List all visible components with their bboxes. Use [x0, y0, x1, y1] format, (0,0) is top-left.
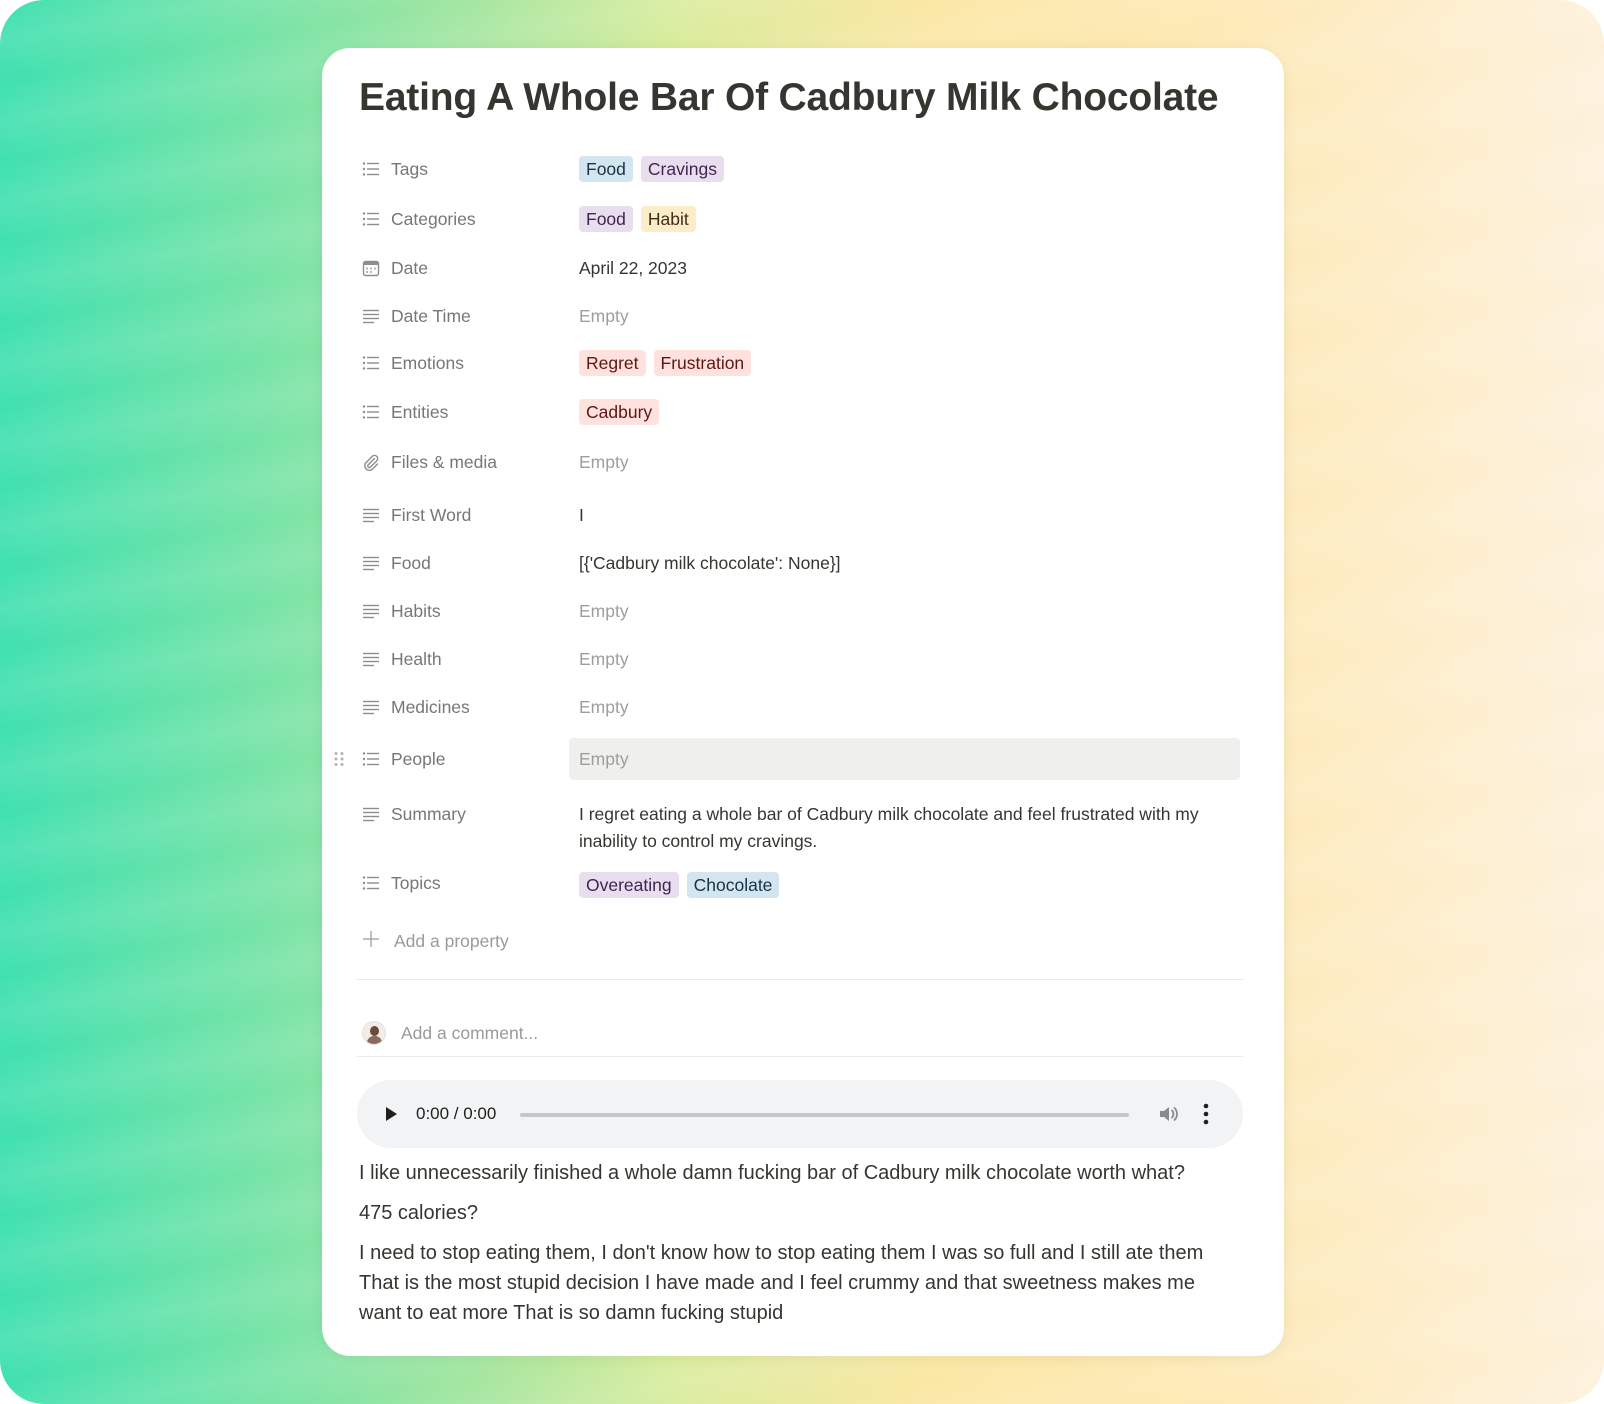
- property-label: Date Time: [391, 306, 471, 326]
- property-label: Topics: [391, 873, 441, 893]
- tag: Food: [579, 156, 633, 182]
- list-icon: [362, 160, 380, 178]
- property-value[interactable]: Empty: [569, 299, 1240, 333]
- property-value[interactable]: I regret eating a whole bar of Cadbury m…: [569, 799, 1228, 855]
- avatar: [362, 1021, 386, 1045]
- calendar-icon: [362, 259, 380, 277]
- list-icon: [362, 750, 380, 768]
- tag: Cadbury: [579, 399, 660, 425]
- text-icon: [362, 554, 380, 572]
- list-icon: [362, 354, 380, 372]
- property-health[interactable]: Health Empty: [322, 642, 1284, 676]
- property-value[interactable]: Empty: [569, 642, 1240, 676]
- tag: Food: [579, 206, 633, 232]
- property-value[interactable]: [{'Cadbury milk chocolate': None}]: [569, 546, 1240, 580]
- property-emotions[interactable]: Emotions Regret Frustration: [322, 346, 1284, 380]
- property-first-word[interactable]: First Word I: [322, 498, 1284, 532]
- tag: Regret: [579, 350, 646, 376]
- page-card: Eating A Whole Bar Of Cadbury Milk Choco…: [322, 48, 1284, 1356]
- property-label: Food: [391, 553, 431, 573]
- tag: Chocolate: [686, 872, 780, 898]
- add-property-button[interactable]: Add a property: [362, 926, 509, 956]
- audio-time: 0:00 / 0:00: [416, 1104, 497, 1123]
- text-icon: [362, 602, 380, 620]
- property-topics[interactable]: Topics Overeating Chocolate: [322, 868, 1284, 902]
- text-icon: [362, 506, 380, 524]
- add-property-label: Add a property: [394, 930, 509, 951]
- text-icon: [362, 307, 380, 325]
- paperclip-icon: [362, 453, 380, 472]
- property-value[interactable]: Food Habit: [569, 202, 1240, 236]
- property-label: Tags: [391, 159, 428, 179]
- property-value[interactable]: I: [569, 498, 1240, 532]
- list-icon: [362, 210, 380, 228]
- tag: Frustration: [653, 350, 752, 376]
- property-label: Categories: [391, 209, 476, 229]
- property-label: People: [391, 749, 446, 769]
- property-categories[interactable]: Categories Food Habit: [322, 202, 1284, 236]
- page-title[interactable]: Eating A Whole Bar Of Cadbury Milk Choco…: [359, 76, 1219, 120]
- property-value[interactable]: Food Cravings: [569, 152, 1240, 186]
- volume-icon[interactable]: [1157, 1103, 1179, 1125]
- property-tags[interactable]: Tags Food Cravings: [322, 152, 1284, 186]
- property-value[interactable]: Empty: [569, 738, 1240, 780]
- tag: Cravings: [640, 156, 724, 182]
- property-value[interactable]: Overeating Chocolate: [569, 868, 1240, 902]
- list-icon: [362, 403, 380, 421]
- property-files-media[interactable]: Files & media Empty: [322, 445, 1284, 479]
- divider: [357, 979, 1243, 980]
- property-label: Health: [391, 649, 442, 669]
- property-medicines[interactable]: Medicines Empty: [322, 690, 1284, 724]
- transcript-paragraph: I like unnecessarily finished a whole da…: [359, 1162, 1185, 1184]
- property-label: Date: [391, 258, 428, 278]
- property-label: First Word: [391, 505, 472, 525]
- property-people[interactable]: People Empty: [322, 738, 1284, 780]
- text-icon: [362, 805, 380, 823]
- more-options-icon[interactable]: [1203, 1102, 1209, 1126]
- comment-input[interactable]: Add a comment...: [401, 1023, 538, 1044]
- tag: Habit: [640, 206, 696, 232]
- property-value[interactable]: Regret Frustration: [569, 346, 1240, 380]
- property-value[interactable]: Cadbury: [569, 395, 1240, 429]
- property-label: Files & media: [391, 452, 498, 472]
- property-value[interactable]: April 22, 2023: [569, 251, 1240, 285]
- property-summary[interactable]: Summary I regret eating a whole bar of C…: [322, 799, 1284, 859]
- property-label: Entities: [391, 402, 449, 422]
- property-date[interactable]: Date April 22, 2023: [322, 251, 1284, 285]
- text-icon: [362, 698, 380, 716]
- comment-row[interactable]: Add a comment...: [362, 1018, 538, 1048]
- property-label: Emotions: [391, 353, 464, 373]
- drag-handle-icon[interactable]: [333, 751, 345, 767]
- property-label: Medicines: [391, 697, 470, 717]
- transcript-paragraph: I need to stop eating them, I don't know…: [359, 1242, 1204, 1324]
- property-label: Habits: [391, 601, 441, 621]
- property-value[interactable]: Empty: [569, 690, 1240, 724]
- transcript-paragraph: 475 calories?: [359, 1202, 478, 1224]
- plus-icon: [362, 930, 380, 953]
- audio-player: 0:00 / 0:00: [357, 1080, 1243, 1148]
- tag: Overeating: [579, 872, 679, 898]
- property-value[interactable]: Empty: [569, 594, 1240, 628]
- property-food[interactable]: Food [{'Cadbury milk chocolate': None}]: [322, 546, 1284, 580]
- divider: [357, 1056, 1243, 1057]
- audio-progress-track[interactable]: [520, 1113, 1129, 1117]
- property-value[interactable]: Empty: [569, 445, 1240, 479]
- text-icon: [362, 650, 380, 668]
- property-entities[interactable]: Entities Cadbury: [322, 395, 1284, 429]
- property-label: Summary: [391, 804, 466, 824]
- property-date-time[interactable]: Date Time Empty: [322, 299, 1284, 333]
- play-icon[interactable]: [383, 1105, 399, 1123]
- list-icon: [362, 874, 380, 892]
- property-habits[interactable]: Habits Empty: [322, 594, 1284, 628]
